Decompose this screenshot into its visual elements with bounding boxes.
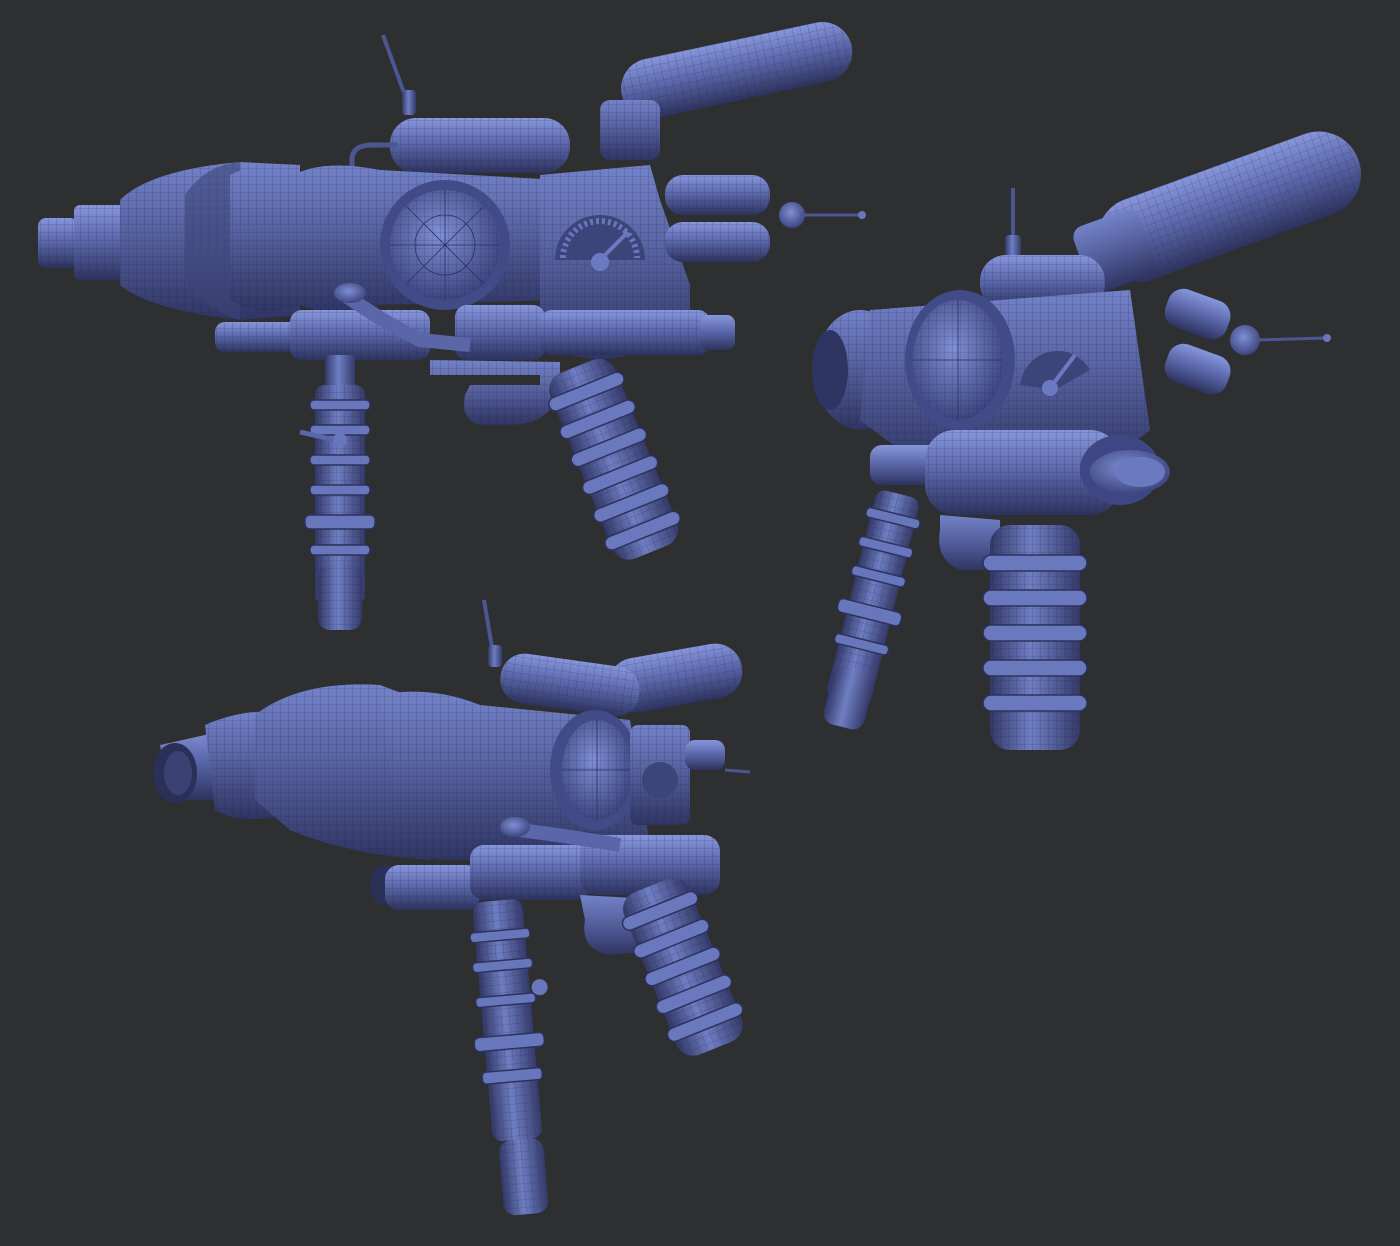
render-canvas — [38, 22, 1362, 1216]
pressure-dial-front — [550, 710, 640, 830]
side-canisters — [665, 175, 866, 262]
muzzle — [38, 205, 129, 280]
coiled-grip — [548, 358, 681, 560]
side-canisters-rear — [1164, 288, 1331, 395]
scope-tube — [600, 22, 853, 160]
trigger-guard — [430, 360, 560, 425]
foregrip-front — [469, 899, 549, 1216]
foregrip-rear — [823, 490, 921, 730]
pressure-dial — [380, 180, 510, 310]
pressure-dial-rear — [905, 290, 1015, 430]
render-viewport — [0, 0, 1400, 1246]
coiled-grip-rear — [982, 525, 1088, 750]
three-quarter-rear-view — [812, 131, 1362, 750]
coiled-grip-front — [621, 878, 744, 1056]
three-quarter-front-view — [153, 599, 751, 1216]
scope-tube-rear — [1073, 131, 1362, 293]
foregrip — [299, 355, 376, 630]
side-view — [38, 22, 866, 630]
receiver-front — [630, 725, 751, 825]
